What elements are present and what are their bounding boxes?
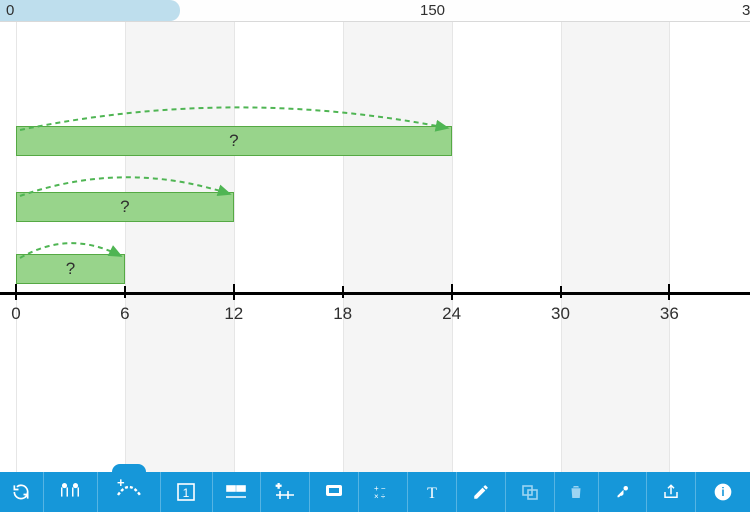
fraction-bar-button[interactable] bbox=[213, 472, 262, 512]
tick bbox=[342, 286, 344, 298]
unit-one-icon: 1 bbox=[176, 482, 196, 502]
svg-text:1: 1 bbox=[183, 486, 190, 500]
fraction-bar-icon bbox=[225, 483, 247, 501]
svg-text:+: + bbox=[117, 477, 125, 490]
info-button[interactable]: i bbox=[696, 472, 750, 512]
tick-label: 18 bbox=[333, 304, 352, 324]
top-scale[interactable]: 0 150 3 bbox=[0, 0, 750, 22]
add-arc-button[interactable]: + bbox=[98, 472, 162, 512]
share-icon bbox=[662, 483, 680, 501]
svg-text:i: i bbox=[721, 486, 724, 499]
top-scale-fill[interactable] bbox=[0, 0, 180, 21]
draw-icon bbox=[472, 483, 490, 501]
expression-button[interactable]: + −× ÷ bbox=[359, 472, 408, 512]
tick bbox=[233, 284, 235, 300]
expression-icon: + −× ÷ bbox=[373, 483, 393, 501]
draw-button[interactable] bbox=[457, 472, 506, 512]
add-tick-button[interactable]: + bbox=[261, 472, 310, 512]
info-icon: i bbox=[713, 482, 733, 502]
tick bbox=[668, 284, 670, 300]
settings-button[interactable] bbox=[44, 472, 98, 512]
tick bbox=[15, 284, 17, 300]
tick bbox=[124, 286, 126, 298]
add-arc-icon: + bbox=[112, 472, 146, 512]
jump-arc-0[interactable] bbox=[18, 92, 462, 136]
text-icon: T bbox=[423, 483, 441, 501]
jump-arc-2[interactable] bbox=[18, 232, 135, 264]
tick-label: 0 bbox=[11, 304, 20, 324]
box-button[interactable] bbox=[310, 472, 359, 512]
reset-icon bbox=[11, 482, 31, 502]
toolbar: +1 + + −× ÷ Ti bbox=[0, 472, 750, 512]
text-button[interactable]: T bbox=[408, 472, 457, 512]
top-scale-end-label: 3 bbox=[742, 0, 750, 22]
privacy-icon bbox=[613, 483, 631, 501]
svg-text:× ÷: × ÷ bbox=[374, 492, 386, 501]
tick-label: 6 bbox=[120, 304, 129, 324]
tick-label: 24 bbox=[442, 304, 461, 324]
copy-button[interactable] bbox=[506, 472, 555, 512]
privacy-button[interactable] bbox=[599, 472, 648, 512]
reset-button[interactable] bbox=[0, 472, 44, 512]
copy-icon bbox=[520, 483, 540, 501]
tick-label: 12 bbox=[224, 304, 243, 324]
share-button[interactable] bbox=[647, 472, 696, 512]
jump-arc-1[interactable] bbox=[18, 164, 244, 202]
tick bbox=[451, 284, 453, 300]
svg-text:T: T bbox=[427, 485, 437, 501]
box-icon bbox=[324, 483, 344, 501]
svg-text:+: + bbox=[276, 483, 281, 491]
trash-button[interactable] bbox=[555, 472, 599, 512]
unit-one-button[interactable]: 1 bbox=[161, 472, 212, 512]
canvas[interactable]: 061218243036424854606??? bbox=[0, 22, 750, 472]
top-scale-start-label: 0 bbox=[6, 0, 14, 22]
tick-label: 36 bbox=[660, 304, 679, 324]
top-scale-mid-label: 150 bbox=[420, 0, 445, 22]
add-tick-icon: + bbox=[274, 483, 296, 501]
trash-icon bbox=[567, 483, 585, 501]
tick bbox=[560, 286, 562, 298]
tick-label: 30 bbox=[551, 304, 570, 324]
number-line-axis bbox=[0, 292, 750, 295]
settings-icon bbox=[59, 483, 81, 501]
